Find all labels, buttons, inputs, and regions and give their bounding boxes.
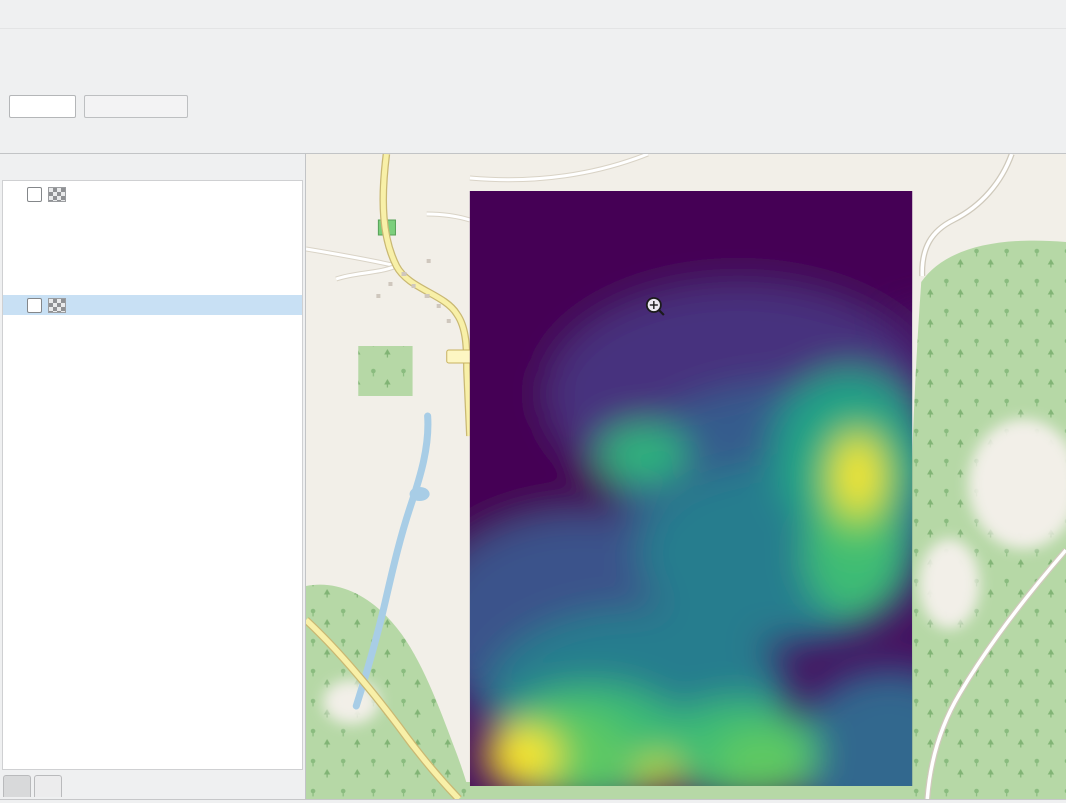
- road-ref-badge: [447, 350, 472, 363]
- layer-item-dem[interactable]: [3, 184, 302, 204]
- main-area: [0, 154, 1066, 799]
- toolbar-area: [0, 29, 1066, 154]
- tab-browser[interactable]: [3, 775, 31, 797]
- band-label: [3, 204, 302, 222]
- raster-layer-icon: [48, 187, 66, 202]
- toolbar-row-3: [0, 91, 1066, 122]
- layer-checkbox-openstreetmap[interactable]: [27, 298, 42, 313]
- stroke-width-spinbox[interactable]: [9, 95, 76, 118]
- layer-tree: [2, 180, 303, 770]
- layers-panel: [0, 154, 306, 799]
- map-canvas[interactable]: [306, 154, 1066, 799]
- color-ramp: [43, 225, 54, 291]
- toolbar-row-1: [0, 29, 1066, 60]
- unit-dropdown[interactable]: [84, 95, 188, 118]
- menubar: [0, 0, 1066, 29]
- legend-ramp-block: [3, 225, 302, 295]
- toolbar-row-2: [0, 60, 1066, 91]
- map-svg: [306, 154, 1066, 799]
- panel-bottom-tabs: [0, 770, 305, 799]
- layer-item-openstreetmap[interactable]: [3, 295, 302, 315]
- layer-checkbox-dem[interactable]: [27, 187, 42, 202]
- tab-layers[interactable]: [34, 775, 62, 797]
- toolbar-row-4: [0, 122, 1066, 153]
- layers-panel-header: [0, 154, 305, 176]
- raster-layer-icon: [48, 298, 66, 313]
